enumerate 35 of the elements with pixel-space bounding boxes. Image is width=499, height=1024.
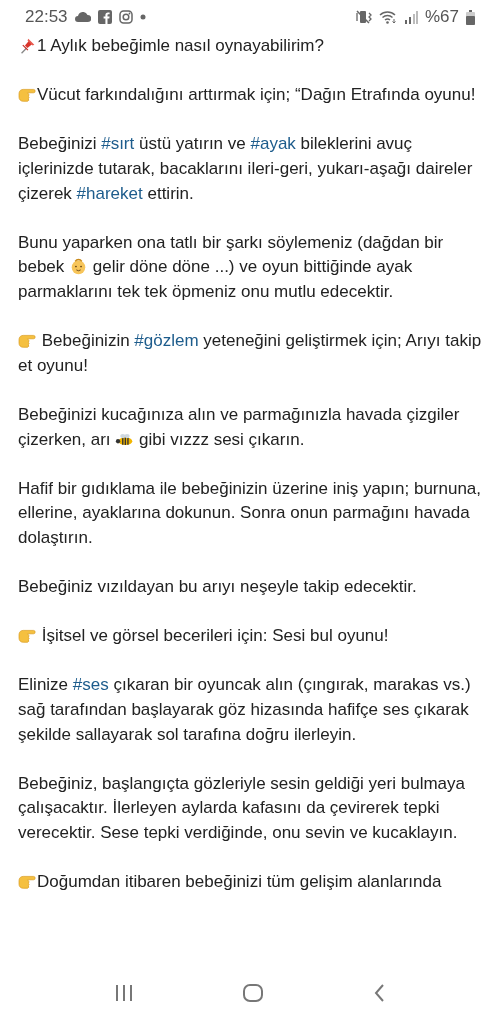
vibrate-mute-icon (355, 10, 372, 24)
post-paragraph: Bebeğinizi #sırt üstü yatırın ve #ayak bileklerini avuç içlerinizde tutarak, bacaklarını ileri-geri, yukarı-aşağı daireler çizerek #hareket ettirin. (18, 133, 474, 205)
back-icon[interactable] (372, 983, 385, 1003)
battery-percentage: %67 (424, 7, 459, 27)
post-paragraph: Doğumdan itibaren bebeğinizi tüm gelişim alanlarında (18, 870, 485, 895)
signal-icon (403, 10, 418, 24)
post-paragraph: Vücut farkındalığını arttırmak için; “Dağın Etrafında oyunu! (18, 83, 485, 108)
post-paragraph: Bebeğinizin #gözlem yeteneğini geliştirmek için; Arıyı takip et oyunu! (18, 330, 483, 377)
post-paragraph: Bebeğinizi kucağınıza alın ve parmağınızla havada çizgiler çizerken, arı gibi vızzz sesi çıkarın. (18, 403, 461, 451)
clock-time: 22:53 (25, 7, 68, 27)
hashtag-link[interactable]: #ses (72, 675, 109, 695)
post-paragraph: Hafif bir gıdıklama ile bebeğinizin üzerine iniş yapın; burnuna, ellerine, ayaklarına dokunun. Sonra onun parmağını havada dolaştırın. (18, 477, 483, 549)
facebook-icon (97, 10, 112, 24)
dot-icon (139, 14, 146, 20)
hashtag-link[interactable]: #gözlem (134, 331, 199, 351)
pushpin-icon (18, 37, 37, 54)
hashtag-link[interactable]: #ayak (250, 134, 296, 154)
hashtag-link[interactable]: #sırt (101, 134, 135, 154)
home-icon[interactable] (242, 983, 265, 1003)
post-paragraph: 1 Aylık bebeğimle nasıl oynayabilirim? (18, 34, 485, 59)
instagram-icon (118, 10, 133, 24)
wifi-icon (378, 10, 397, 24)
cloud-icon (74, 12, 91, 22)
post-paragraph: Bunu yaparken ona tatlı bir şarkı söylemeniz (dağdan bir bebek gelir döne döne ...) ve oyun bittiğinde ayak parmaklarını tek tek öpmeniz onu mutlu edecektir. (18, 231, 445, 303)
post-paragraph: Bebeğiniz vızıldayan bu arıyı neşeyle takip edecektir. (18, 576, 418, 599)
post-paragraph: Bebeğiniz, başlangıçta gözleriyle sesin geldiği yeri bulmaya çalışacaktır. İlerleyen aylarda kafasını da çevirerek tepki verecektir. Sese tepki verdiğinde, onu sevin ve kucaklayın. (18, 772, 466, 844)
pointing-hand-icon (18, 332, 37, 350)
pointing-hand-icon (18, 873, 37, 891)
hashtag-link[interactable]: #hareket (76, 183, 143, 203)
post-paragraph: İşitsel ve görsel becerileri için: Sesi bul oyunu! (18, 624, 485, 649)
pointing-hand-icon (18, 86, 37, 104)
post-paragraph: Elinize #ses çıkaran bir oyuncak alın (çıngırak, marakas vs.) sağ tarafından başlayarak göz hizasında hafifçe ses çıkarak şekilde sallayarak sol tarafına doğru ilerleyin. (18, 674, 472, 746)
battery-icon (466, 9, 475, 25)
pointing-hand-icon (18, 627, 37, 645)
recent-apps-icon[interactable] (114, 984, 135, 1002)
